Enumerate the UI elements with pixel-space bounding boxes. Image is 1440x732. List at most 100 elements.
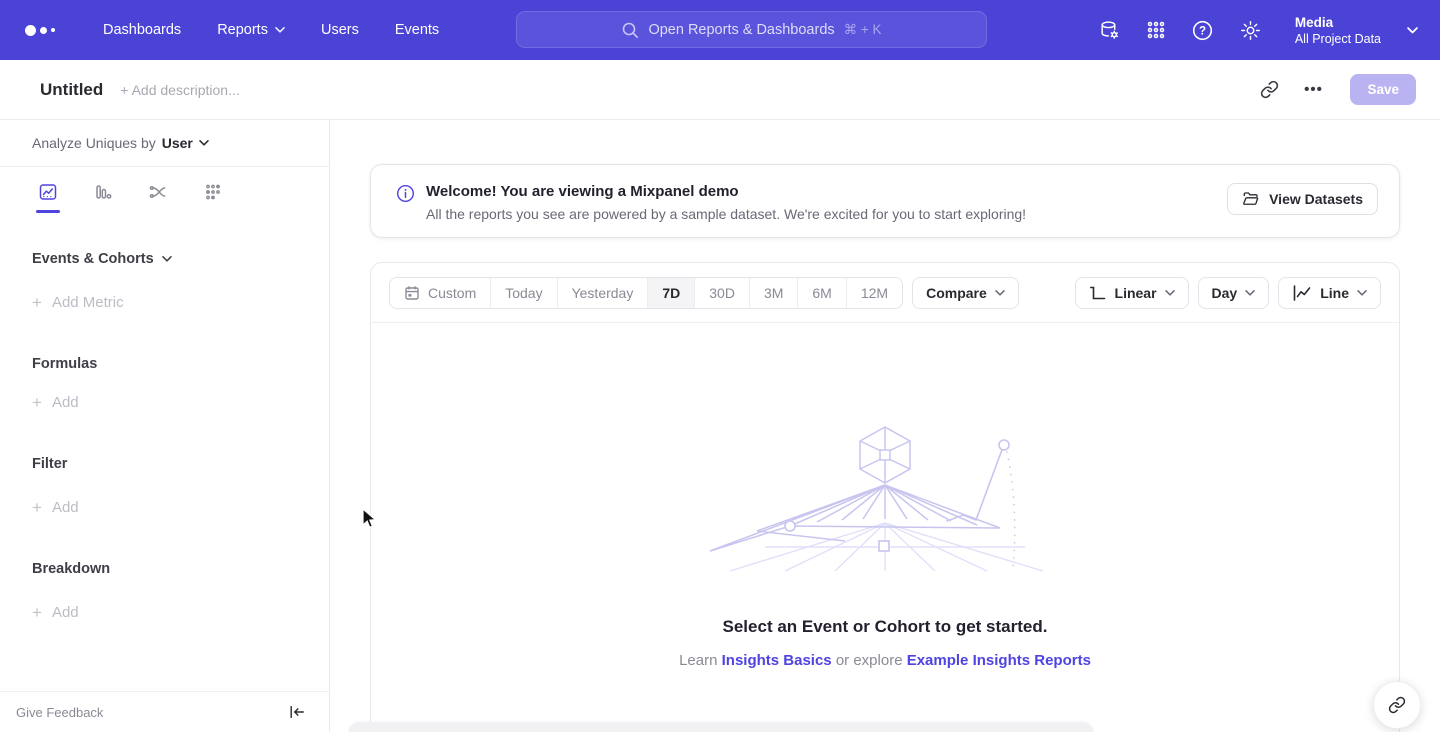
add-breakdown-label: Add [52, 604, 79, 621]
tab-insights-line[interactable] [32, 182, 64, 222]
settings-gear-icon[interactable] [1239, 19, 1262, 42]
give-feedback-link[interactable]: Give Feedback [16, 705, 103, 720]
range-custom[interactable]: Custom [390, 278, 491, 308]
nav-item-events[interactable]: Events [395, 22, 439, 38]
copy-link-icon[interactable] [1252, 73, 1286, 107]
axis-scale-icon [1089, 285, 1107, 301]
empty-state: Select an Event or Cohort to get started… [371, 323, 1399, 669]
chevron-down-icon [275, 27, 285, 33]
empty-state-title: Select an Event or Cohort to get started… [723, 617, 1048, 637]
range-label: 30D [709, 285, 735, 301]
bottom-panel-edge[interactable] [348, 722, 1094, 732]
folder-icon [1242, 190, 1260, 208]
plus-icon: + [32, 604, 42, 621]
view-datasets-button[interactable]: View Datasets [1227, 183, 1378, 215]
chevron-down-icon [1357, 290, 1367, 296]
nav-item-users[interactable]: Users [321, 22, 359, 38]
range-3m[interactable]: 3M [750, 278, 798, 308]
chevron-down-icon [1407, 27, 1418, 34]
info-icon [396, 184, 415, 208]
report-header: Untitled + Add description... ••• Save [0, 60, 1440, 120]
search-shortcut: ⌘ + K [844, 22, 882, 38]
range-yesterday[interactable]: Yesterday [558, 278, 649, 308]
date-range-selector: Custom Today Yesterday 7D 30D 3M 6M 12M [389, 277, 903, 309]
chart-display-controls: Linear Day Line [1066, 277, 1381, 309]
collapse-sidebar-icon[interactable] [289, 705, 305, 719]
plus-icon: + [32, 499, 42, 516]
range-label: Today [505, 285, 542, 301]
sidebar-footer: Give Feedback [0, 691, 329, 732]
chevron-down-icon [162, 256, 172, 262]
banner-title: Welcome! You are viewing a Mixpanel demo [426, 182, 1026, 202]
nav-item-label: Dashboards [103, 22, 181, 38]
scale-dropdown[interactable]: Linear [1075, 277, 1189, 309]
nav-item-label: Events [395, 22, 439, 38]
chart-type-label: Line [1320, 285, 1349, 301]
banner-body: All the reports you see are powered by a… [426, 206, 1026, 222]
report-title[interactable]: Untitled [40, 80, 103, 100]
report-description-field[interactable]: + Add description... [120, 82, 239, 98]
range-label: 6M [812, 285, 831, 301]
section-label: Breakdown [32, 561, 110, 577]
nav-item-dashboards[interactable]: Dashboards [103, 22, 181, 38]
insights-basics-link[interactable]: Insights Basics [722, 652, 832, 669]
demo-welcome-banner: Welcome! You are viewing a Mixpanel demo… [370, 164, 1400, 238]
add-filter-button[interactable]: + Add [0, 499, 329, 516]
chevron-down-icon [1165, 290, 1175, 296]
example-insights-reports-link[interactable]: Example Insights Reports [907, 652, 1091, 669]
empty-state-subtitle: Learn Insights Basics or explore Example… [679, 652, 1091, 669]
nav-item-reports[interactable]: Reports [217, 22, 285, 38]
flow-chart-tab-icon [148, 182, 168, 202]
add-breakdown-button[interactable]: + Add [0, 604, 329, 621]
primary-nav: Dashboards Reports Users Events [103, 22, 439, 38]
chart-type-tabs [0, 167, 329, 225]
learn-prefix: Learn [679, 652, 717, 669]
more-options-icon[interactable]: ••• [1296, 73, 1330, 107]
compare-dropdown[interactable]: Compare [912, 277, 1019, 309]
scatter-chart-tab-icon [203, 182, 223, 202]
interval-label: Day [1212, 285, 1238, 301]
bar-chart-tab-icon [93, 182, 113, 202]
range-label: 3M [764, 285, 783, 301]
range-label: 7D [662, 285, 680, 301]
line-chart-tab-icon [38, 182, 58, 202]
interval-dropdown[interactable]: Day [1198, 277, 1270, 309]
tab-bar-chart[interactable] [87, 182, 119, 222]
tab-flow-chart[interactable] [142, 182, 174, 222]
formulas-section-title: Formulas [0, 356, 329, 372]
share-link-fab[interactable] [1373, 681, 1421, 729]
query-builder-sidebar: Analyze Uniques by User [0, 120, 330, 732]
events-cohorts-section-title[interactable]: Events & Cohorts [0, 251, 329, 267]
data-management-icon[interactable] [1098, 19, 1121, 42]
view-datasets-label: View Datasets [1269, 191, 1363, 207]
analyze-label: Analyze Uniques by [32, 135, 156, 151]
range-7d[interactable]: 7D [648, 278, 695, 308]
help-icon[interactable]: ? [1191, 19, 1214, 42]
add-formula-button[interactable]: + Add [0, 394, 329, 411]
analyze-by-value: User [162, 135, 193, 151]
connector-text: or explore [836, 652, 903, 669]
analyze-uniques-row: Analyze Uniques by User [0, 120, 329, 167]
analyze-by-dropdown[interactable]: User [162, 135, 209, 151]
report-actions: ••• Save [1252, 73, 1416, 107]
project-name: Media [1295, 14, 1381, 31]
search-icon [621, 21, 639, 39]
chart-type-dropdown[interactable]: Line [1278, 277, 1381, 309]
add-formula-label: Add [52, 394, 79, 411]
tab-scatter-chart[interactable] [197, 182, 229, 222]
range-12m[interactable]: 12M [847, 278, 902, 308]
range-30d[interactable]: 30D [695, 278, 750, 308]
filter-section-title: Filter [0, 456, 329, 472]
range-today[interactable]: Today [491, 278, 557, 308]
mixpanel-logo-icon[interactable] [25, 25, 69, 36]
global-search-input[interactable]: Open Reports & Dashboards ⌘ + K [516, 11, 987, 48]
save-button[interactable]: Save [1350, 74, 1416, 105]
line-chart-icon [1292, 285, 1312, 301]
range-6m[interactable]: 6M [798, 278, 846, 308]
svg-text:?: ? [1199, 25, 1206, 37]
search-placeholder: Open Reports & Dashboards [648, 22, 834, 38]
compare-label: Compare [926, 285, 987, 301]
add-metric-button[interactable]: + Add Metric [0, 294, 329, 311]
apps-grid-icon[interactable] [1146, 20, 1166, 40]
project-switcher[interactable]: Media All Project Data [1295, 14, 1418, 47]
